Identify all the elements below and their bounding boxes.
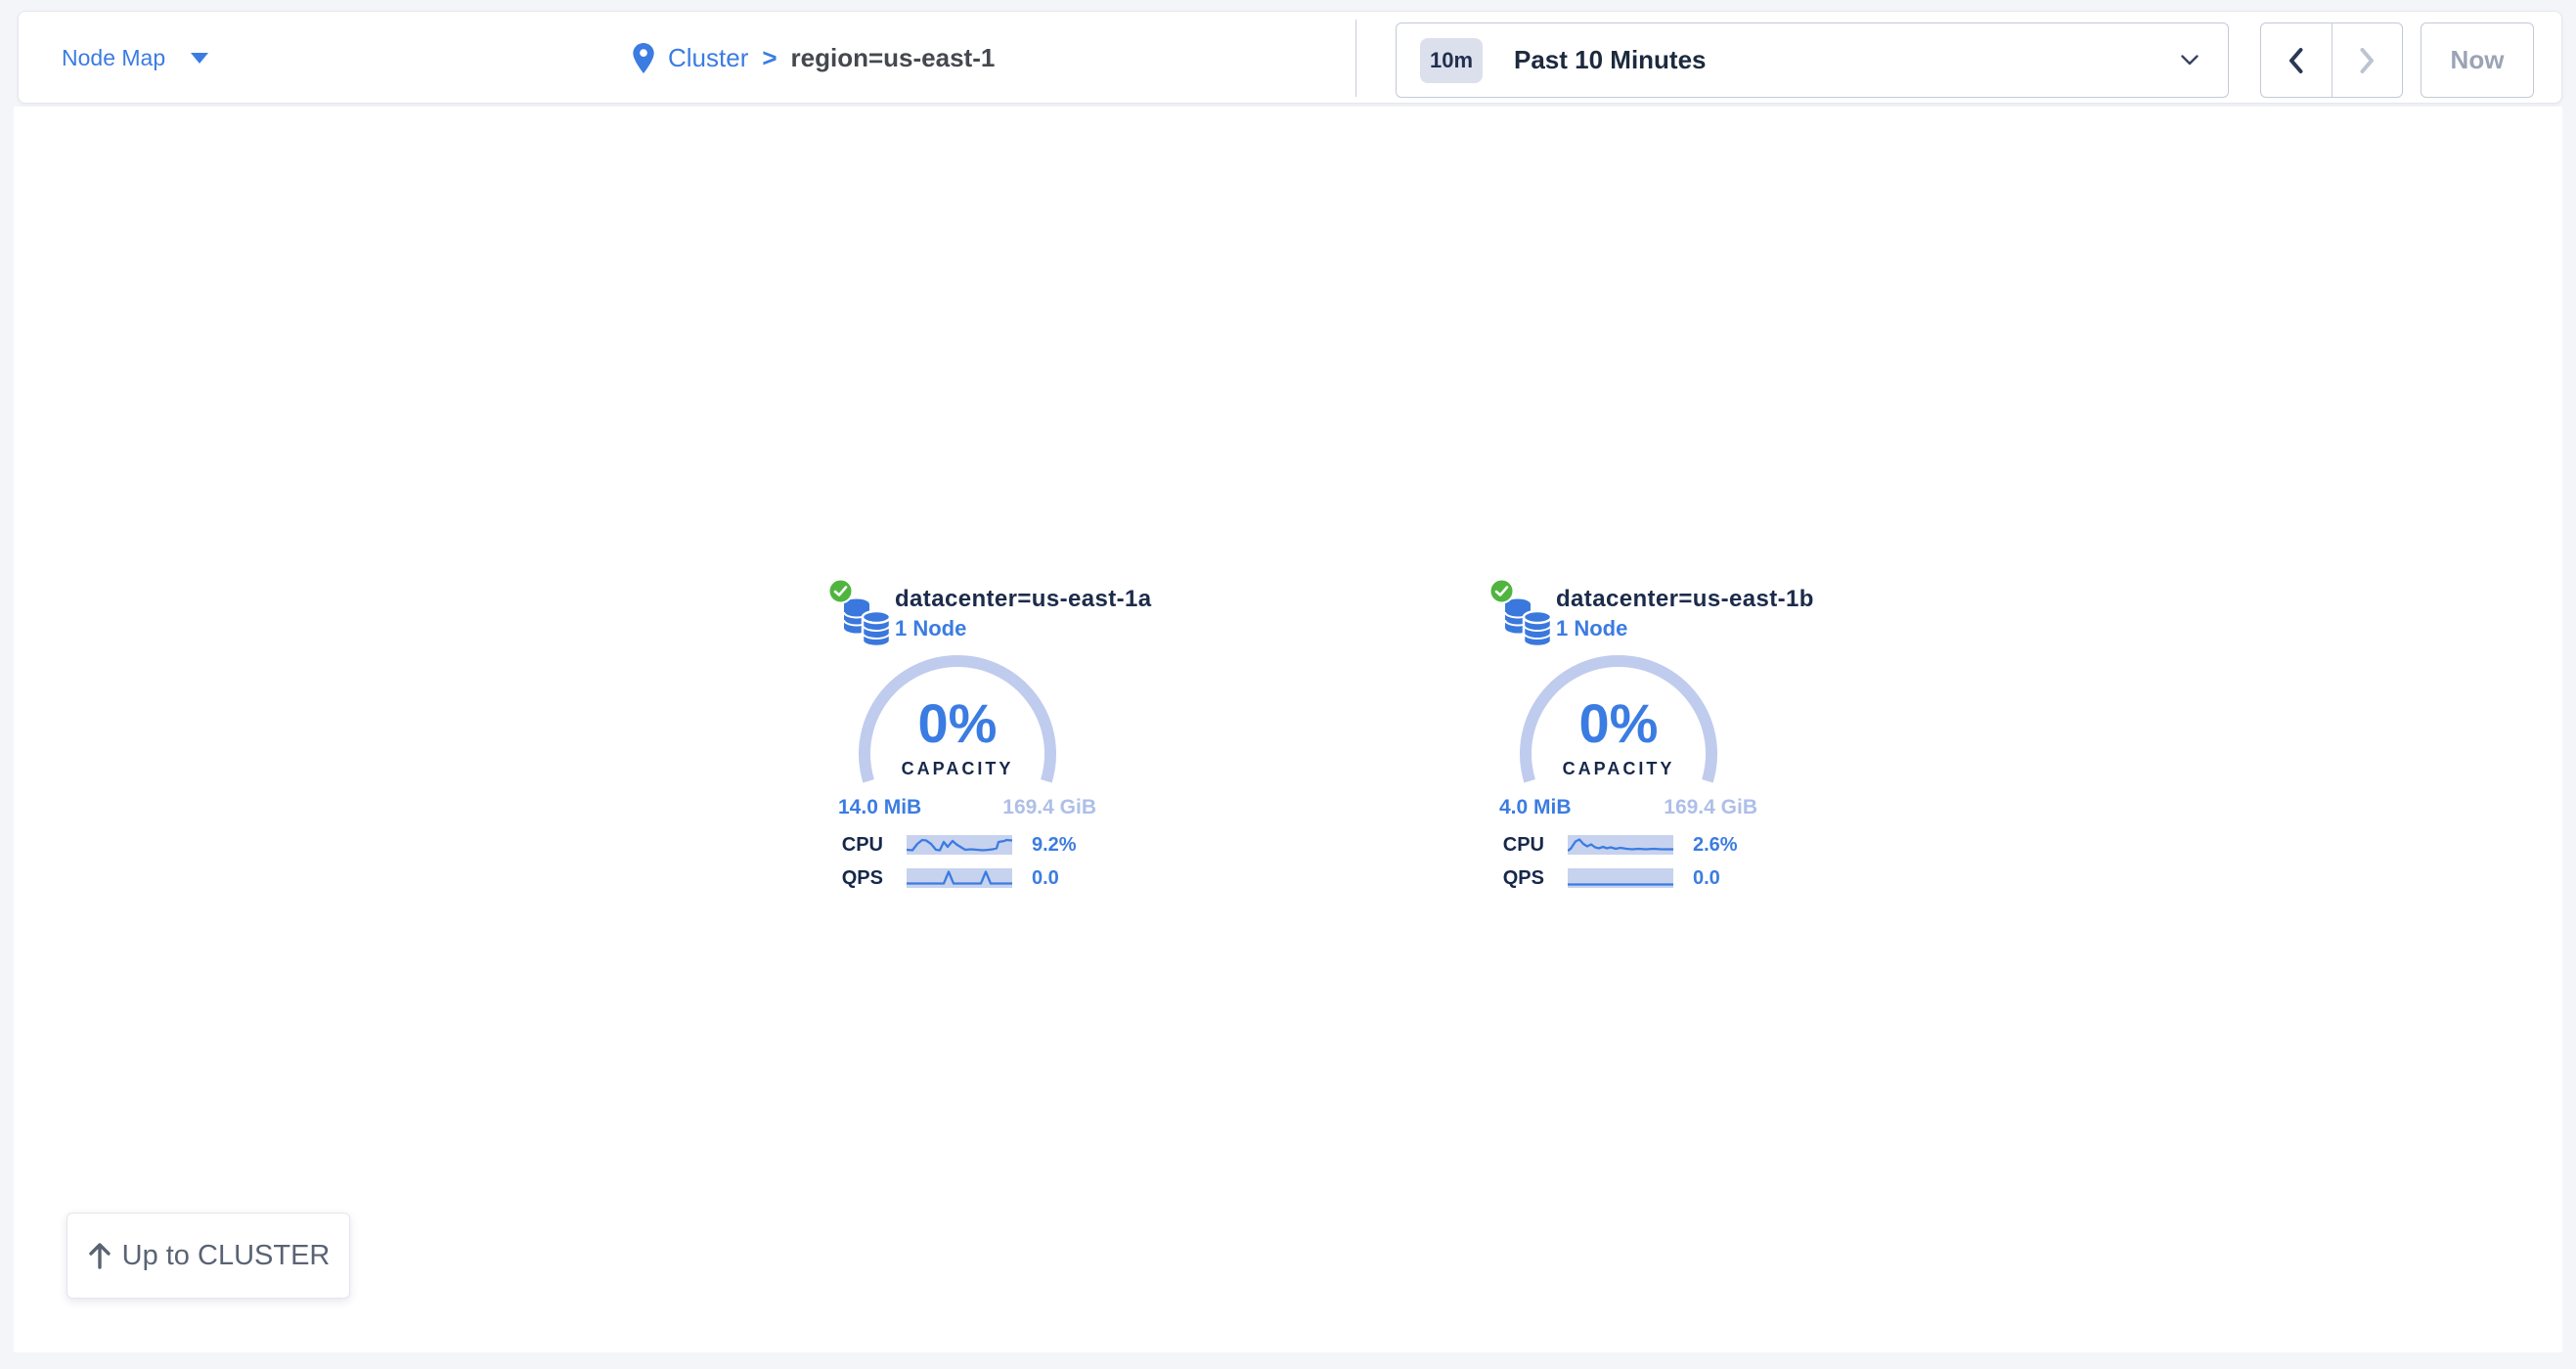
capacity-used: 4.0 MiB (1499, 796, 1572, 819)
time-range-label: Past 10 Minutes (1514, 45, 2181, 75)
qps-label: QPS (824, 867, 883, 890)
capacity-caption: CAPACITY (1443, 759, 1795, 779)
time-forward-button[interactable] (2332, 23, 2403, 97)
cpu-sparkline (1568, 835, 1673, 855)
time-range-dropdown[interactable]: 10m Past 10 Minutes (1396, 22, 2229, 98)
header-bar: Node Map Cluster > region=us-east-1 10m … (18, 11, 2562, 104)
capacity-percent: 0% (1443, 694, 1795, 753)
map-pin-icon (633, 43, 654, 73)
datacenter-title: datacenter=us-east-1a (895, 585, 1152, 614)
datacenter-node-count: 1 Node (1556, 614, 1814, 642)
cpu-value: 2.6% (1693, 834, 1738, 857)
node-map-panel: datacenter=us-east-1a 1 Node 0% CAPACITY… (14, 107, 2562, 1352)
datacenter-card[interactable]: datacenter=us-east-1a 1 Node 0% CAPACITY… (781, 571, 1133, 908)
healthy-check-icon (827, 578, 854, 604)
up-to-cluster-label: Up to CLUSTER (122, 1240, 331, 1272)
time-nav-group (2260, 22, 2403, 98)
cpu-value: 9.2% (1032, 834, 1077, 857)
capacity-percent: 0% (781, 694, 1133, 753)
time-range-badge: 10m (1420, 38, 1483, 83)
arrow-up-icon (87, 1242, 112, 1269)
cpu-label: CPU (1486, 834, 1544, 857)
capacity-used: 14.0 MiB (838, 796, 921, 819)
up-to-cluster-button[interactable]: Up to CLUSTER (67, 1213, 350, 1299)
chevron-down-icon (2181, 55, 2198, 66)
cpu-metric-row: CPU 9.2% (824, 834, 1077, 856)
capacity-range-row: 14.0 MiB 169.4 GiB (838, 796, 1096, 819)
qps-value: 0.0 (1032, 867, 1059, 890)
time-back-button[interactable] (2261, 23, 2332, 97)
datacenter-icon-wrap (827, 578, 896, 646)
datacenter-title: datacenter=us-east-1b (1556, 585, 1814, 614)
breadcrumb-current: region=us-east-1 (791, 43, 996, 73)
cpu-sparkline (907, 835, 1012, 855)
datacenter-titles: datacenter=us-east-1a 1 Node (895, 585, 1152, 642)
cpu-metric-row: CPU 2.6% (1486, 834, 1738, 856)
qps-sparkline (907, 868, 1012, 888)
datacenter-card[interactable]: datacenter=us-east-1b 1 Node 0% CAPACITY… (1443, 571, 1795, 908)
chevron-left-icon (2286, 46, 2307, 75)
cpu-label: CPU (824, 834, 883, 857)
qps-label: QPS (1486, 867, 1544, 890)
capacity-caption: CAPACITY (781, 759, 1133, 779)
view-selector-dropdown[interactable]: Node Map (62, 12, 208, 105)
breadcrumb: Cluster > region=us-east-1 (633, 12, 995, 105)
healthy-check-icon (1488, 578, 1515, 604)
header-divider (1355, 20, 1356, 97)
capacity-range-row: 4.0 MiB 169.4 GiB (1499, 796, 1757, 819)
view-selector-label: Node Map (62, 45, 165, 71)
now-button[interactable]: Now (2421, 22, 2534, 98)
capacity-total: 169.4 GiB (1002, 796, 1096, 819)
qps-value: 0.0 (1693, 867, 1720, 890)
datacenter-titles: datacenter=us-east-1b 1 Node (1556, 585, 1814, 642)
breadcrumb-separator: > (762, 43, 777, 73)
qps-metric-row: QPS 0.0 (1486, 867, 1720, 889)
qps-metric-row: QPS 0.0 (824, 867, 1059, 889)
breadcrumb-cluster-link[interactable]: Cluster (668, 43, 748, 73)
qps-sparkline (1568, 868, 1673, 888)
chevron-right-icon (2356, 46, 2377, 75)
capacity-total: 169.4 GiB (1664, 796, 1757, 819)
datacenter-node-count: 1 Node (895, 614, 1152, 642)
caret-down-icon (191, 53, 208, 64)
datacenter-icon-wrap (1488, 578, 1557, 646)
